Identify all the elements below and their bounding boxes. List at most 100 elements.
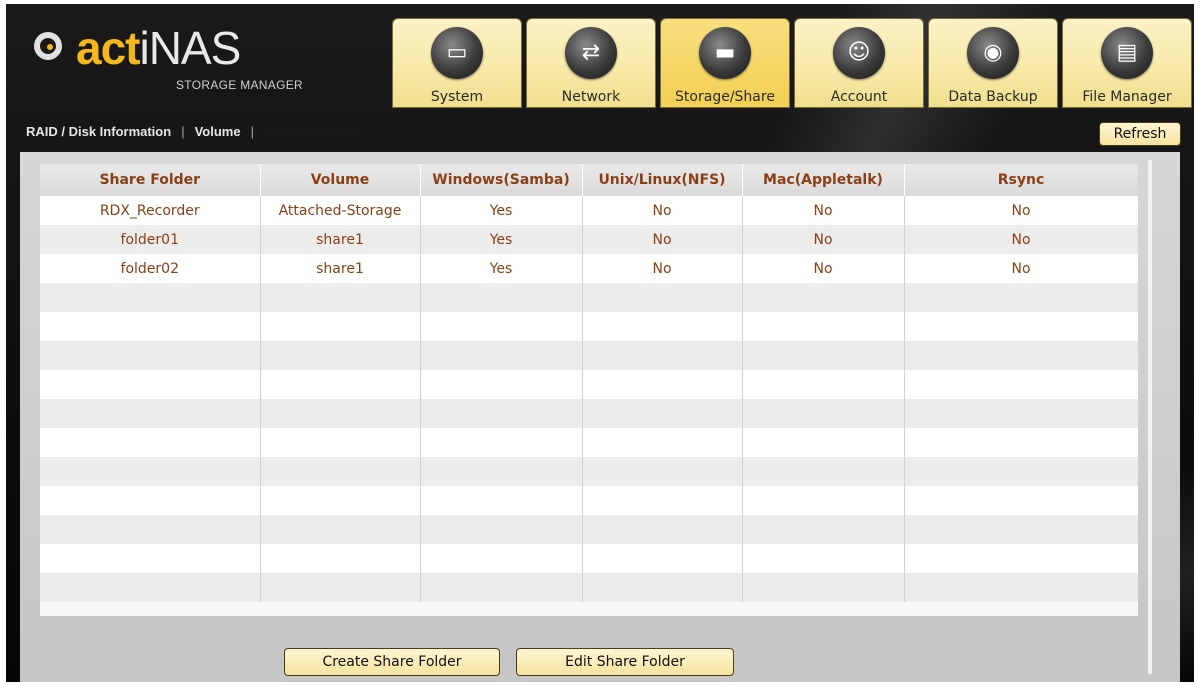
table-cell: [260, 544, 421, 573]
logo-wordmark: actiNAS: [76, 20, 241, 76]
col-share-folder[interactable]: Share Folder: [40, 164, 261, 196]
table-cell: [904, 515, 1138, 544]
col-windows-samba[interactable]: Windows(Samba): [420, 164, 583, 196]
table-row-empty: [40, 515, 1138, 544]
backup-icon: ◉: [967, 27, 1019, 79]
tab-network[interactable]: ⇄ Network: [526, 18, 656, 108]
share-folder-table: Share Folder Volume Windows(Samba) Unix/…: [40, 164, 1138, 602]
file-manager-icon-glyph: ▤: [1116, 40, 1138, 65]
table-row[interactable]: RDX_Recorder Attached-Storage Yes No No No: [40, 196, 1138, 225]
table-cell: [582, 283, 743, 312]
table-cell: share1: [260, 225, 421, 254]
col-volume[interactable]: Volume: [260, 164, 421, 196]
table-cell: No: [582, 225, 743, 254]
table-cell: [904, 370, 1138, 399]
table-cell: [420, 573, 583, 602]
col-unix-linux-nfs[interactable]: Unix/Linux(NFS): [582, 164, 743, 196]
table-cell: [582, 312, 743, 341]
table-cell: [742, 457, 905, 486]
subnav-raid-disk-information[interactable]: RAID / Disk Information: [26, 124, 171, 139]
tab-file-manager[interactable]: ▤ File Manager: [1062, 18, 1192, 108]
table-cell: [40, 457, 261, 486]
table-cell: [420, 515, 583, 544]
logo-subtitle: STORAGE MANAGER: [176, 78, 303, 92]
table-cell: [582, 573, 743, 602]
table-row-empty: [40, 341, 1138, 370]
users-icon: ☺: [833, 27, 885, 79]
table-cell: [260, 312, 421, 341]
table-cell: [742, 544, 905, 573]
table-cell: [420, 399, 583, 428]
table-cell: Yes: [420, 254, 583, 283]
subnav-share-security[interactable]: Share/Security: [264, 124, 355, 139]
table-cell: [582, 544, 743, 573]
table-cell: [40, 573, 261, 602]
logo-wordmark-part1: act: [76, 22, 140, 74]
table-cell: No: [742, 196, 905, 225]
table-cell: [40, 312, 261, 341]
table-cell: No: [582, 254, 743, 283]
table-cell: RDX_Recorder: [40, 196, 261, 225]
table-cell: [260, 457, 421, 486]
tab-label: System: [430, 89, 484, 105]
tab-label: File Manager: [1082, 89, 1172, 105]
table-cell: [420, 341, 583, 370]
table-cell: [582, 399, 743, 428]
table-cell: No: [742, 225, 905, 254]
table-cell: [904, 399, 1138, 428]
table-cell: [582, 457, 743, 486]
table-cell: [904, 341, 1138, 370]
table-cell: Attached-Storage: [260, 196, 421, 225]
table-cell: [582, 486, 743, 515]
table-cell: [420, 544, 583, 573]
subnav-separator: |: [181, 124, 185, 140]
table-cell: [260, 486, 421, 515]
table-cell: [260, 573, 421, 602]
vertical-scrollbar[interactable]: [1148, 160, 1152, 674]
table-cell: [420, 486, 583, 515]
table-row[interactable]: folder02 share1 Yes No No No: [40, 254, 1138, 283]
edit-share-folder-button[interactable]: Edit Share Folder: [516, 648, 734, 676]
table-row-empty: [40, 312, 1138, 341]
drive-icon-glyph: ▬: [714, 40, 736, 65]
refresh-button[interactable]: Refresh: [1099, 122, 1181, 146]
table-row-empty: [40, 573, 1138, 602]
tab-data-backup[interactable]: ◉ Data Backup: [928, 18, 1058, 108]
table-cell: folder01: [40, 225, 261, 254]
table-cell: [904, 544, 1138, 573]
table-cell: [420, 283, 583, 312]
table-cell: [904, 283, 1138, 312]
file-manager-icon: ▤: [1101, 27, 1153, 79]
table-cell: [742, 283, 905, 312]
subnav-volume[interactable]: Volume: [195, 124, 241, 139]
table-cell: [420, 312, 583, 341]
app-frame: actiNAS STORAGE MANAGER ▭ System ⇄ Network ▬…: [6, 4, 1194, 682]
table-cell: [420, 428, 583, 457]
network-icon: ⇄: [565, 27, 617, 79]
share-table-container: Share Folder Volume Windows(Samba) Unix/…: [40, 164, 1138, 616]
table-row-empty: [40, 428, 1138, 457]
table-cell: No: [904, 225, 1138, 254]
tab-system[interactable]: ▭ System: [392, 18, 522, 108]
table-cell: share1: [260, 254, 421, 283]
table-cell: [582, 370, 743, 399]
table-cell: [40, 428, 261, 457]
tab-storage-share[interactable]: ▬ Storage/Share: [660, 18, 790, 108]
table-cell: No: [904, 196, 1138, 225]
table-cell: folder02: [40, 254, 261, 283]
table-cell: [40, 486, 261, 515]
col-mac-appletalk[interactable]: Mac(Appletalk): [742, 164, 905, 196]
table-row-empty: [40, 486, 1138, 515]
tab-label: Storage/Share: [675, 89, 775, 105]
subnav-separator: |: [250, 124, 254, 140]
table-row[interactable]: folder01 share1 Yes No No No: [40, 225, 1138, 254]
col-rsync[interactable]: Rsync: [904, 164, 1138, 196]
create-share-folder-button[interactable]: Create Share Folder: [284, 648, 500, 676]
tab-account[interactable]: ☺ Account: [794, 18, 924, 108]
table-cell: [582, 341, 743, 370]
table-cell: [260, 370, 421, 399]
table-cell: [742, 486, 905, 515]
table-cell: [260, 341, 421, 370]
actinas-logo: actiNAS STORAGE MANAGER: [28, 22, 328, 92]
table-cell: [260, 428, 421, 457]
